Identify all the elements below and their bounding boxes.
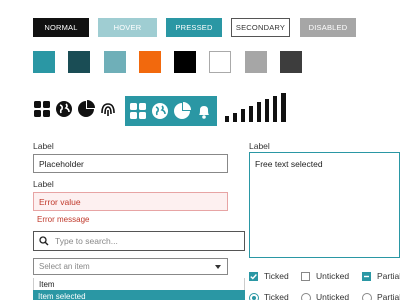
color-swatch-black xyxy=(174,51,196,73)
select-option-selected[interactable]: Item selected xyxy=(33,290,245,300)
signal-bars-icon xyxy=(225,93,286,122)
text-field[interactable]: Placeholder xyxy=(33,154,228,173)
pressed-button[interactable]: PRESSED xyxy=(166,18,222,37)
bell-icon xyxy=(199,106,209,119)
color-swatch-light-teal xyxy=(104,51,126,73)
free-text-area[interactable]: Free text selected xyxy=(249,152,400,258)
checkbox-unticked-label: Unticked xyxy=(316,271,350,281)
radio-partial[interactable] xyxy=(362,293,372,300)
disabled-button: DISABLED xyxy=(300,18,356,37)
textarea-label: Label xyxy=(249,141,270,151)
icon-row-selected[interactable] xyxy=(125,96,217,126)
error-field-label: Label xyxy=(33,179,54,189)
error-message: Error message xyxy=(37,215,90,224)
checkbox-ticked-label: Ticked xyxy=(264,271,289,281)
text-field-label: Label xyxy=(33,141,54,151)
search-placeholder: Type to search... xyxy=(55,236,118,246)
color-swatch-dark-teal xyxy=(68,51,90,73)
error-field[interactable]: Error value xyxy=(33,192,228,211)
radio-dot xyxy=(252,296,256,300)
hover-button[interactable]: HOVER xyxy=(98,18,157,37)
normal-button[interactable]: NORMAL xyxy=(33,18,89,37)
pie-chart-icon xyxy=(78,100,95,117)
checkmark-icon xyxy=(250,274,257,280)
radio-ticked-label: Ticked xyxy=(264,292,289,300)
color-swatch-teal xyxy=(33,51,55,73)
radio-ticked[interactable] xyxy=(249,293,259,300)
radio-unticked-label: Unticked xyxy=(316,292,350,300)
radio-partial-label: Partial xyxy=(377,292,400,300)
search-input[interactable]: Type to search... xyxy=(33,231,245,251)
grid-icon xyxy=(130,103,146,119)
globe-icon xyxy=(152,103,168,119)
item-select[interactable]: Select an item xyxy=(33,258,228,275)
secondary-button[interactable]: SECONDARY xyxy=(231,18,290,37)
grid-icon xyxy=(34,101,50,117)
search-icon xyxy=(39,236,49,246)
select-placeholder: Select an item xyxy=(39,262,90,271)
color-swatch-orange xyxy=(139,51,161,73)
checkbox-unticked[interactable] xyxy=(301,272,310,281)
minus-icon xyxy=(364,275,369,278)
color-swatch-white xyxy=(209,51,231,73)
checkbox-partial[interactable] xyxy=(362,272,371,281)
fingerprint-icon xyxy=(101,103,115,116)
pie-chart-icon xyxy=(174,102,191,119)
checkbox-ticked[interactable] xyxy=(249,272,258,281)
radio-unticked[interactable] xyxy=(301,293,311,300)
color-swatch-dark-grey xyxy=(280,51,302,73)
globe-icon xyxy=(56,101,72,117)
color-swatch-grey xyxy=(245,51,267,73)
icon-row-dark xyxy=(32,96,120,122)
select-option-item[interactable]: Item xyxy=(33,278,245,290)
checkbox-partial-label: Partial xyxy=(377,271,400,281)
chevron-down-icon xyxy=(215,265,221,269)
